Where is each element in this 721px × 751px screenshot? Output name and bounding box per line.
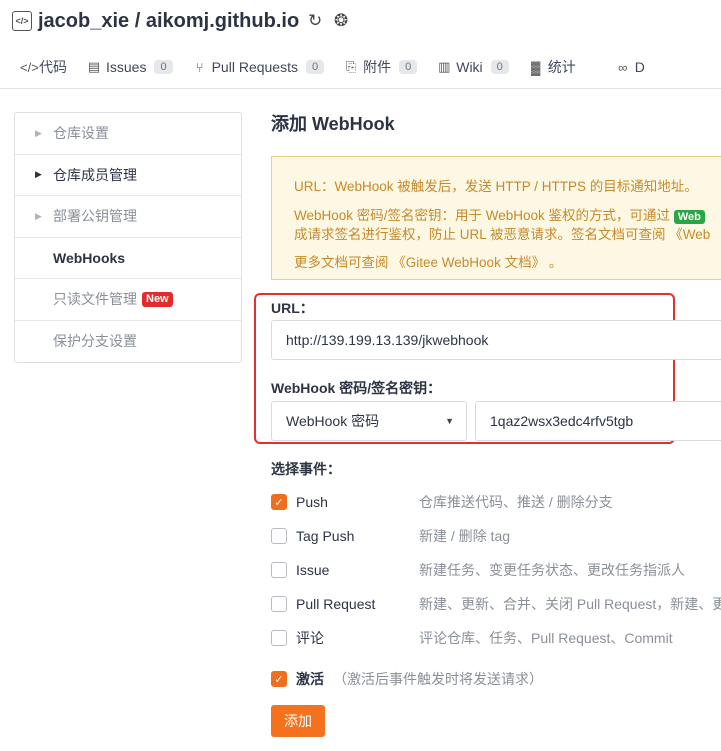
notice-text: WebHook 密码/签名密钥：用于 WebHook 鉴权的方式，可通过 bbox=[294, 208, 671, 223]
event-desc: 新建、更新、合并、关闭 Pull Request，新建、更 bbox=[419, 596, 721, 612]
sidebar-item-label: 部署公钥管理 bbox=[53, 208, 137, 225]
url-label: URL： bbox=[271, 300, 314, 316]
activate-row: ✓ 激活 （激活后事件触发时将发送请求） bbox=[271, 669, 543, 689]
notice-secret-line: WebHook 密码/签名密钥：用于 WebHook 鉴权的方式，可通过 Web bbox=[294, 204, 705, 224]
wiki-icon: ▥ bbox=[438, 59, 451, 74]
notice-docs-line: 更多文档可查阅 《Gitee WebHook 文档》 。 bbox=[294, 251, 562, 271]
notice-text: 更多文档可查阅 bbox=[294, 255, 389, 270]
caret-down-icon: ▼ bbox=[445, 416, 454, 426]
repo-tabs: </> 代码 ▤ Issues 0 ⑂ Pull Requests 0 ⎘ 附件… bbox=[0, 50, 721, 84]
sync-icon[interactable]: ↻ bbox=[305, 11, 325, 31]
caret-right-icon: ▶ bbox=[35, 210, 42, 221]
comment-checkbox[interactable] bbox=[271, 630, 287, 646]
event-name: 评论 bbox=[296, 630, 324, 646]
add-button[interactable]: 添加 bbox=[271, 705, 325, 737]
notice-chip: Web bbox=[673, 210, 705, 224]
caret-right-icon: ▶ bbox=[35, 127, 42, 138]
sidebar-item-label: 仓库设置 bbox=[53, 125, 109, 142]
code-icon: </> bbox=[20, 59, 39, 75]
sidebar-item-webhooks[interactable]: WebHooks bbox=[15, 238, 241, 279]
push-checkbox[interactable]: ✓ bbox=[271, 494, 287, 510]
issue-checkbox[interactable] bbox=[271, 562, 287, 578]
recommend-badge-icon[interactable]: ❂ bbox=[331, 11, 351, 31]
sidebar-item-label: 只读文件管理 bbox=[53, 291, 137, 308]
tab-label: Pull Requests bbox=[211, 59, 298, 75]
activate-label: 激活 bbox=[296, 671, 324, 687]
tab-label: Issues bbox=[106, 59, 147, 75]
repo-title-bar: </> jacob_xie / aikomj.github.io ↻ ❂ bbox=[12, 6, 351, 36]
activate-checkbox[interactable]: ✓ bbox=[271, 671, 287, 687]
event-desc: 评论仓库、任务、Pull Request、Commit bbox=[419, 630, 673, 646]
event-name: Issue bbox=[296, 562, 330, 578]
events-title: 选择事件： bbox=[271, 461, 341, 477]
event-row-issue: Issue 新建任务、变更任务状态、更改任务指派人 bbox=[271, 560, 721, 580]
header-divider bbox=[0, 88, 721, 89]
tab-pull-requests[interactable]: ⑂ Pull Requests 0 bbox=[193, 59, 325, 75]
event-row-pull-request: Pull Request 新建、更新、合并、关闭 Pull Request，新建… bbox=[271, 594, 721, 614]
tab-label: D bbox=[634, 59, 645, 75]
sidebar-item-protected-branches[interactable]: 保护分支设置 bbox=[15, 321, 241, 363]
sidebar-item-deploy-keys[interactable]: ▶ 部署公钥管理 bbox=[15, 196, 241, 238]
notice-sign-line: 成请求签名进行鉴权，防止 URL 被恶意请求。签名文档可查阅 《Web bbox=[294, 223, 710, 243]
tab-label: Wiki bbox=[456, 59, 483, 75]
sidebar-item-label: WebHooks bbox=[53, 249, 126, 266]
url-input[interactable]: http://139.199.13.139/jkwebhook bbox=[271, 320, 721, 360]
notice-url-line: URL：WebHook 被触发后，发送 HTTP / HTTPS 的目标通知地址… bbox=[294, 179, 698, 194]
event-row-comment: 评论 评论仓库、任务、Pull Request、Commit bbox=[271, 628, 721, 648]
secret-label: WebHook 密码/签名密钥： bbox=[271, 380, 442, 396]
sidebar-item-label: 保护分支设置 bbox=[53, 333, 137, 350]
attachment-icon: ⎘ bbox=[345, 59, 357, 74]
count-badge: 0 bbox=[305, 60, 325, 74]
repo-title[interactable]: jacob_xie / aikomj.github.io bbox=[38, 10, 299, 33]
pull-request-checkbox[interactable] bbox=[271, 596, 287, 612]
event-name: Tag Push bbox=[296, 528, 355, 544]
issues-icon: ▤ bbox=[87, 59, 101, 74]
caret-right-icon: ▶ bbox=[35, 169, 42, 180]
tab-devops[interactable]: ∞ D bbox=[616, 59, 645, 75]
sign-doc-link[interactable]: 《Web bbox=[669, 227, 710, 242]
event-desc: 新建 / 删除 tag bbox=[419, 528, 511, 544]
tab-attachments[interactable]: ⎘ 附件 0 bbox=[344, 57, 418, 77]
count-badge: 0 bbox=[154, 60, 173, 74]
stats-icon: ▓ bbox=[531, 59, 541, 75]
sidebar-item-label: 仓库成员管理 bbox=[53, 166, 137, 183]
page-title: 添加 WebHook bbox=[271, 114, 395, 134]
pull-request-icon: ⑂ bbox=[195, 59, 204, 75]
tag-push-checkbox[interactable] bbox=[271, 528, 287, 544]
webhook-doc-link[interactable]: 《Gitee WebHook 文档》 bbox=[392, 255, 545, 270]
notice-text: 。 bbox=[548, 255, 563, 270]
sidebar-item-repo-settings[interactable]: ▶ 仓库设置 bbox=[15, 113, 241, 155]
new-badge: New bbox=[142, 291, 173, 307]
tab-stats[interactable]: ▓ 统计 bbox=[529, 57, 576, 77]
secret-type-value: WebHook 密码 bbox=[286, 413, 380, 429]
count-badge: 0 bbox=[399, 60, 418, 74]
secret-type-select[interactable]: WebHook 密码 ▼ bbox=[271, 401, 467, 441]
count-badge: 0 bbox=[490, 60, 509, 74]
code-repo-icon: </> bbox=[12, 11, 32, 31]
tab-label: 代码 bbox=[39, 59, 67, 75]
tab-issues[interactable]: ▤ Issues 0 bbox=[87, 59, 173, 75]
event-name: Pull Request bbox=[296, 596, 376, 612]
devops-icon: ∞ bbox=[618, 59, 628, 75]
event-name: Push bbox=[296, 494, 328, 510]
tab-wiki[interactable]: ▥ Wiki 0 bbox=[437, 59, 509, 75]
tab-label: 统计 bbox=[547, 59, 576, 75]
secret-input[interactable]: 1qaz2wsx3edc4rfv5tgb bbox=[475, 401, 721, 441]
activate-hint: （激活后事件触发时将发送请求） bbox=[333, 671, 543, 687]
event-row-tag-push: Tag Push 新建 / 删除 tag bbox=[271, 526, 721, 546]
tab-label: 附件 bbox=[363, 59, 392, 75]
webhook-notice: URL：WebHook 被触发后，发送 HTTP / HTTPS 的目标通知地址… bbox=[271, 156, 721, 280]
tab-code[interactable]: </> 代码 bbox=[20, 57, 67, 77]
settings-sidebar: ▶ 仓库设置 ▶ 仓库成员管理 ▶ 部署公钥管理 WebHooks 只读文件管理… bbox=[14, 112, 242, 363]
event-row-push: ✓ Push 仓库推送代码、推送 / 删除分支 bbox=[271, 492, 721, 512]
sidebar-item-readonly-files[interactable]: 只读文件管理 New bbox=[15, 279, 241, 321]
event-desc: 仓库推送代码、推送 / 删除分支 bbox=[419, 494, 613, 510]
sidebar-item-members[interactable]: ▶ 仓库成员管理 bbox=[15, 155, 241, 196]
notice-text: 成请求签名进行鉴权，防止 URL 被恶意请求。签名文档可查阅 bbox=[294, 227, 666, 242]
event-desc: 新建任务、变更任务状态、更改任务指派人 bbox=[419, 562, 685, 578]
